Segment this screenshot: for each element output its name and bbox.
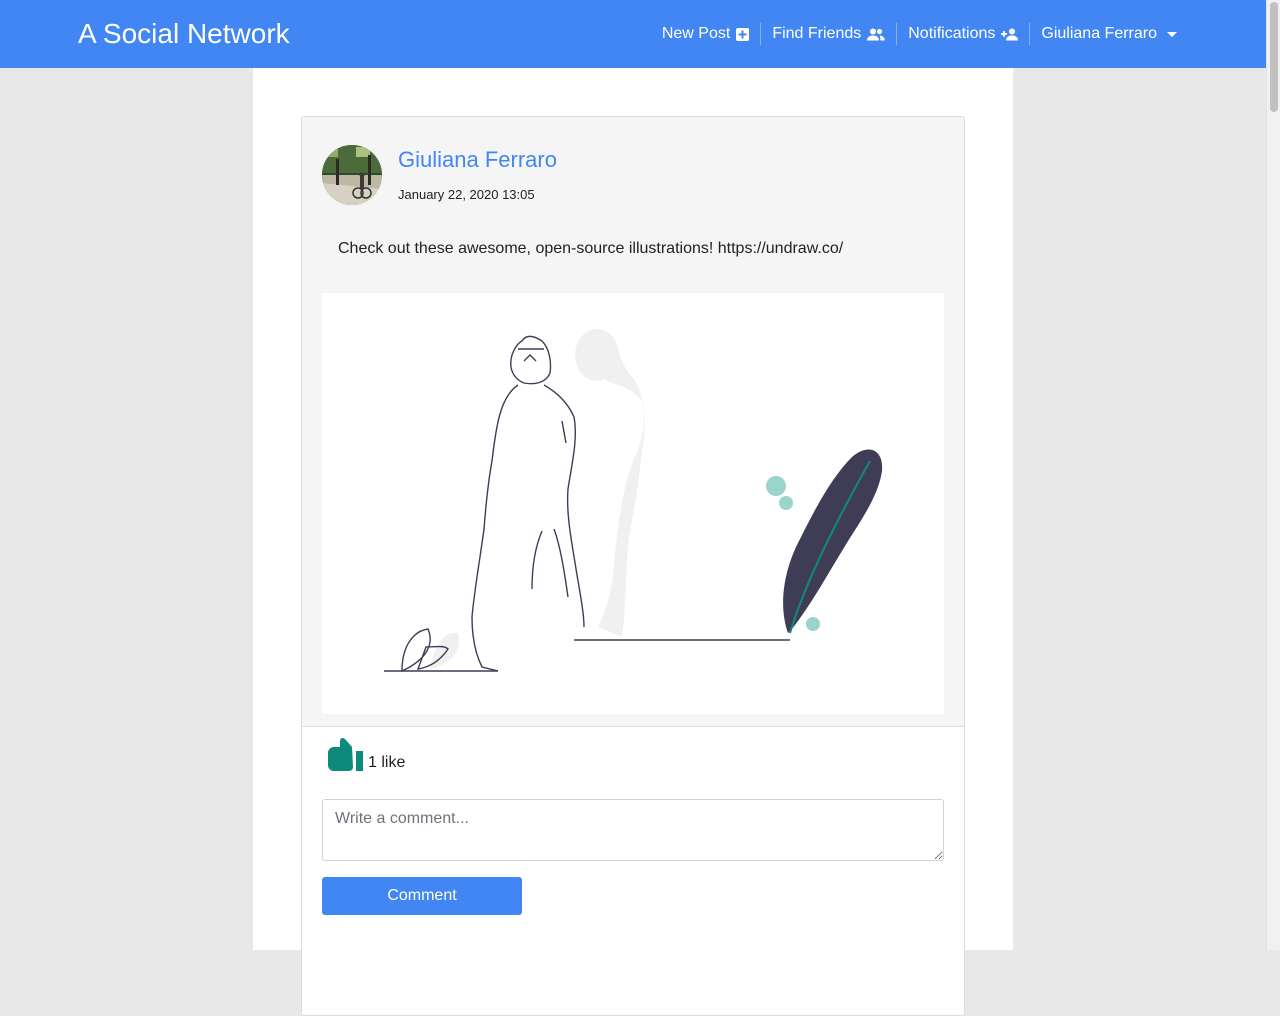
post-header: Giuliana Ferraro January 22, 2020 13:05 … [302, 117, 964, 727]
notifications-link[interactable]: Notifications [896, 23, 1029, 45]
post-card: Giuliana Ferraro January 22, 2020 13:05 … [301, 116, 965, 1016]
plus-square-icon [736, 27, 750, 41]
find-friends-link[interactable]: Find Friends [760, 23, 896, 45]
caret-down-icon [1167, 31, 1177, 37]
notifications-label: Notifications [908, 25, 996, 42]
comment-input[interactable] [322, 799, 944, 861]
main-content: Giuliana Ferraro January 22, 2020 13:05 … [253, 68, 1013, 1016]
user-menu-label: Giuliana Ferraro [1041, 25, 1157, 42]
post-image [322, 293, 944, 714]
post-author-link[interactable]: Giuliana Ferraro [398, 147, 557, 173]
comment-button[interactable]: Comment [322, 877, 522, 915]
scrollbar-thumb[interactable] [1270, 2, 1278, 112]
brand-link[interactable]: A Social Network [78, 16, 290, 52]
post-text: Check out these awesome, open-source ill… [338, 240, 844, 257]
vertical-scrollbar[interactable] [1266, 0, 1280, 950]
find-friends-label: Find Friends [772, 25, 862, 42]
people-icon [867, 28, 886, 41]
likes-row: 1 like [326, 737, 405, 778]
navbar: A Social Network New Post Find Friends N… [0, 0, 1266, 68]
like-count: 1 like [368, 753, 406, 771]
new-post-label: New Post [661, 25, 731, 42]
post-timestamp: January 22, 2020 13:05 [398, 187, 535, 202]
nav-links: New Post Find Friends Notifications Giul… [651, 0, 1188, 68]
user-menu-dropdown[interactable]: Giuliana Ferraro [1029, 23, 1188, 45]
avatar[interactable] [322, 145, 382, 205]
thumbs-up-icon[interactable] [326, 737, 366, 778]
new-post-link[interactable]: New Post [651, 23, 760, 45]
person-add-icon [1001, 28, 1019, 41]
